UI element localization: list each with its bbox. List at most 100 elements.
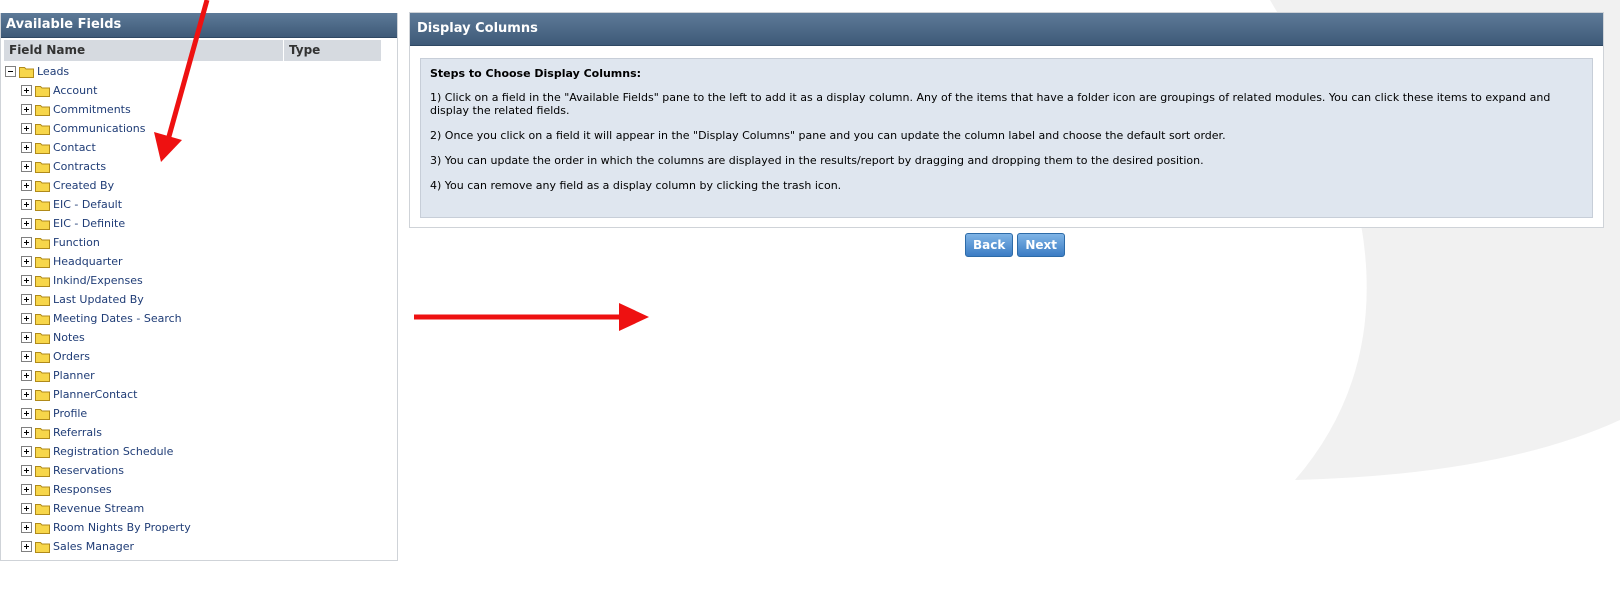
plus-box-icon[interactable] xyxy=(21,427,32,438)
step-3: 3) You can update the order in which the… xyxy=(430,154,1204,167)
tree-item-label: Commitments xyxy=(53,103,131,116)
tree-item-label: EIC - Default xyxy=(53,198,123,211)
tree-item-label: Communications xyxy=(53,122,146,135)
folder-icon xyxy=(35,313,50,325)
folder-icon xyxy=(35,123,50,135)
folder-icon xyxy=(35,332,50,344)
plus-box-icon[interactable] xyxy=(21,370,32,381)
plus-box-icon[interactable] xyxy=(21,294,32,305)
tree-item-label: Contact xyxy=(53,141,96,154)
plus-box-icon[interactable] xyxy=(21,199,32,210)
tree-item-label: Orders xyxy=(53,350,90,363)
step-2: 2) Once you click on a field it will app… xyxy=(430,129,1226,142)
next-button[interactable]: Next xyxy=(1017,233,1066,257)
folder-icon xyxy=(35,180,50,192)
plus-box-icon[interactable] xyxy=(21,104,32,115)
folder-icon xyxy=(35,142,50,154)
folder-icon xyxy=(35,256,50,268)
tree-item[interactable]: Notes xyxy=(1,328,397,347)
tree-item[interactable]: Room Nights By Property xyxy=(1,518,397,537)
plus-box-icon[interactable] xyxy=(21,85,32,96)
tree-item-label: Responses xyxy=(53,483,112,496)
tree-item-label: Meeting Dates - Search xyxy=(53,312,182,325)
annotation-arrow-right-icon xyxy=(414,303,649,331)
plus-box-icon[interactable] xyxy=(21,332,32,343)
column-header-field-name[interactable]: Field Name xyxy=(4,40,284,61)
plus-box-icon[interactable] xyxy=(21,275,32,286)
folder-icon xyxy=(35,541,50,553)
folder-icon xyxy=(35,465,50,477)
tree-item[interactable]: Reservations xyxy=(1,461,397,480)
plus-box-icon[interactable] xyxy=(21,313,32,324)
display-columns-title: Display Columns xyxy=(410,13,1603,46)
plus-box-icon[interactable] xyxy=(21,522,32,533)
tree-item[interactable]: Headquarter xyxy=(1,252,397,271)
plus-box-icon[interactable] xyxy=(21,237,32,248)
tree-item-label: Profile xyxy=(53,407,88,420)
tree-item-label: Room Nights By Property xyxy=(53,521,191,534)
tree-item[interactable]: Responses xyxy=(1,480,397,499)
folder-icon xyxy=(35,446,50,458)
plus-box-icon[interactable] xyxy=(21,541,32,552)
tree-item[interactable]: EIC - Default xyxy=(1,195,397,214)
tree-item-label: Reservations xyxy=(53,464,124,477)
tree-item[interactable]: Meeting Dates - Search xyxy=(1,309,397,328)
tree-item-label: Revenue Stream xyxy=(53,502,145,515)
tree-item-label: Function xyxy=(53,236,100,249)
back-button[interactable]: Back xyxy=(965,233,1014,257)
folder-icon xyxy=(35,503,50,515)
tree-item-label: Headquarter xyxy=(53,255,123,268)
tree-item-label: Sales Manager xyxy=(53,540,134,553)
tree-root-label: Leads xyxy=(37,65,70,78)
folder-icon xyxy=(35,85,50,97)
tree-item-label: Account xyxy=(53,84,98,97)
annotation-arrow-down-icon xyxy=(154,0,210,162)
tree-item-label: Notes xyxy=(53,331,85,344)
folder-icon xyxy=(35,484,50,496)
plus-box-icon[interactable] xyxy=(21,446,32,457)
tree-item[interactable]: Function xyxy=(1,233,397,252)
folder-icon xyxy=(35,351,50,363)
tree-item[interactable]: Revenue Stream xyxy=(1,499,397,518)
plus-box-icon[interactable] xyxy=(21,503,32,514)
tree-item-label: Referrals xyxy=(53,426,102,439)
plus-box-icon[interactable] xyxy=(21,484,32,495)
minus-box-icon[interactable] xyxy=(5,66,16,77)
tree-item[interactable]: PlannerContact xyxy=(1,385,397,404)
plus-box-icon[interactable] xyxy=(21,180,32,191)
plus-box-icon[interactable] xyxy=(21,351,32,362)
tree-item-label: Registration Schedule xyxy=(53,445,174,458)
column-header-type[interactable]: Type xyxy=(284,40,382,61)
tree-item-label: Inkind/Expenses xyxy=(53,274,143,287)
tree-item-label: Planner xyxy=(53,369,95,382)
folder-icon xyxy=(35,275,50,287)
tree-item[interactable]: Sales Manager xyxy=(1,537,397,556)
wizard-nav-buttons: Back Next xyxy=(965,233,1066,257)
tree-item[interactable]: Planner xyxy=(1,366,397,385)
tree-item[interactable]: EIC - Definite xyxy=(1,214,397,233)
plus-box-icon[interactable] xyxy=(21,218,32,229)
steps-instructions-box: Steps to Choose Display Columns: 1) Clic… xyxy=(420,58,1593,218)
tree-item-label: Contracts xyxy=(53,160,107,173)
tree-item[interactable]: Profile xyxy=(1,404,397,423)
tree-item[interactable]: Referrals xyxy=(1,423,397,442)
folder-icon xyxy=(35,161,50,173)
plus-box-icon[interactable] xyxy=(21,389,32,400)
tree-item[interactable]: Created By xyxy=(1,176,397,195)
plus-box-icon[interactable] xyxy=(21,465,32,476)
plus-box-icon[interactable] xyxy=(21,408,32,419)
plus-box-icon[interactable] xyxy=(21,123,32,134)
plus-box-icon[interactable] xyxy=(21,142,32,153)
folder-icon xyxy=(35,408,50,420)
folder-icon xyxy=(35,294,50,306)
plus-box-icon[interactable] xyxy=(21,256,32,267)
tree-item[interactable]: Registration Schedule xyxy=(1,442,397,461)
tree-item[interactable]: Orders xyxy=(1,347,397,366)
tree-item[interactable]: Last Updated By xyxy=(1,290,397,309)
folder-icon xyxy=(35,237,50,249)
tree-item[interactable]: Inkind/Expenses xyxy=(1,271,397,290)
plus-box-icon[interactable] xyxy=(21,161,32,172)
step-1: 1) Click on a field in the "Available Fi… xyxy=(430,91,1551,117)
folder-open-icon xyxy=(19,66,34,78)
steps-title: Steps to Choose Display Columns: xyxy=(430,67,642,80)
